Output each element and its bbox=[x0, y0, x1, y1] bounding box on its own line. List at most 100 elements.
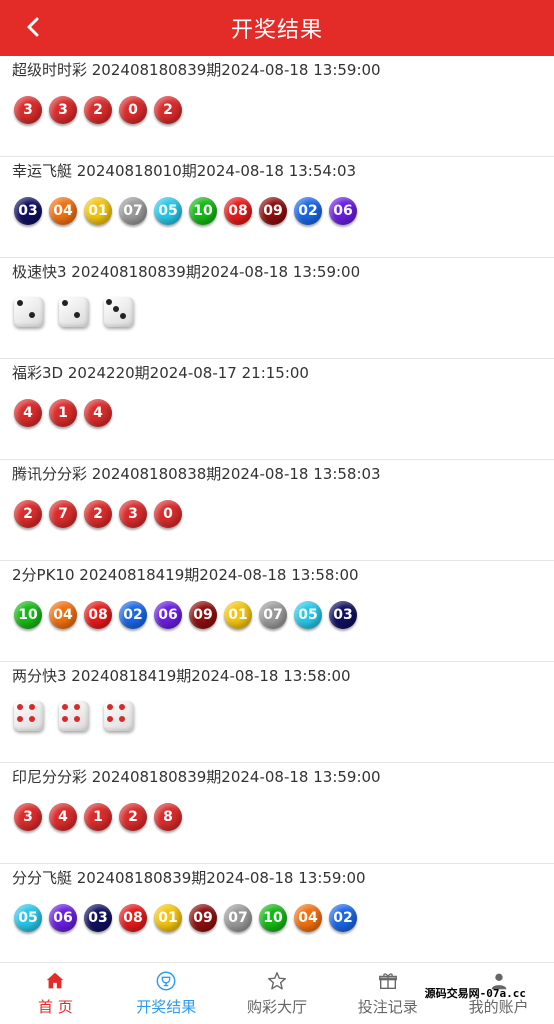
result-meta: 超级时时彩 202408180839期2024-08-18 13:59:00 bbox=[12, 61, 381, 79]
result-row[interactable]: 超级时时彩 202408180839期2024-08-18 13:59:00 3 3… bbox=[0, 56, 554, 157]
tab-lobby[interactable]: 购彩大厅 bbox=[222, 963, 333, 1024]
number-ball: 03 bbox=[329, 601, 357, 629]
tab-lobby-label: 购彩大厅 bbox=[246, 998, 307, 1016]
dice-face bbox=[14, 701, 44, 731]
number-ball: 04 bbox=[49, 197, 77, 225]
number-ball: 4 bbox=[14, 399, 42, 427]
number-ball: 04 bbox=[294, 904, 322, 932]
draw-numbers: 34128 bbox=[12, 787, 542, 847]
dice-pip bbox=[17, 704, 23, 710]
result-meta: 极速快3 202408180839期2024-08-18 13:59:00 bbox=[12, 263, 361, 281]
number-ball: 06 bbox=[49, 904, 77, 932]
header-bar: 开奖结果 bbox=[0, 0, 554, 56]
dice-pip bbox=[113, 306, 119, 312]
dice-pip bbox=[62, 716, 68, 722]
dice-face bbox=[59, 701, 89, 731]
number-ball: 08 bbox=[224, 197, 252, 225]
number-ball: 02 bbox=[294, 197, 322, 225]
number-ball: 2 bbox=[14, 500, 42, 528]
result-meta: 2分PK10 20240818419期2024-08-18 13:58:00 bbox=[12, 566, 359, 584]
number-ball: 8 bbox=[154, 803, 182, 831]
number-ball: 3 bbox=[14, 803, 42, 831]
result-row[interactable]: 印尼分分彩 202408180839期2024-08-18 13:59:00 3 4… bbox=[0, 763, 554, 864]
number-ball: 01 bbox=[224, 601, 252, 629]
result-row[interactable]: 分分飞艇 202408180839期2024-08-18 13:59:00 05 0… bbox=[0, 864, 554, 965]
dice-pip bbox=[74, 704, 80, 710]
results-list: 超级时时彩 202408180839期2024-08-18 13:59:00 3 3… bbox=[0, 56, 554, 965]
number-ball: 7 bbox=[49, 500, 77, 528]
result-row[interactable]: 福彩3D 2024220期2024-08-17 21:15:00 4 1 4 bbox=[0, 359, 554, 460]
number-ball: 2 bbox=[84, 96, 112, 124]
chevron-left-icon bbox=[27, 17, 39, 37]
dice-pip bbox=[107, 716, 113, 722]
page-title: 开奖结果 bbox=[230, 18, 323, 43]
dice-pip bbox=[74, 716, 80, 722]
number-ball: 06 bbox=[154, 601, 182, 629]
home-icon bbox=[47, 972, 64, 989]
dice-pip bbox=[17, 300, 23, 306]
result-row[interactable]: 腾讯分分彩 202408180838期2024-08-18 13:58:03 2 7… bbox=[0, 460, 554, 561]
dice-pip bbox=[74, 312, 80, 318]
number-ball: 10 bbox=[189, 197, 217, 225]
result-meta: 分分飞艇 202408180839期2024-08-18 13:59:00 bbox=[12, 869, 366, 887]
tab-home[interactable]: 首 页 bbox=[0, 963, 111, 1024]
number-ball: 07 bbox=[259, 601, 287, 629]
result-row[interactable]: 两分快3 20240818419期2024-08-18 13:58:00 bbox=[0, 662, 554, 763]
gift-icon bbox=[378, 973, 397, 990]
number-ball: 2 bbox=[84, 500, 112, 528]
number-ball: 03 bbox=[84, 904, 112, 932]
number-ball: 0 bbox=[154, 500, 182, 528]
dice-pip bbox=[119, 704, 125, 710]
dice-face bbox=[104, 297, 134, 327]
result-row[interactable]: 幸运飞艇 20240818010期2024-08-18 13:54:03 03 04… bbox=[0, 157, 554, 258]
number-ball: 07 bbox=[224, 904, 252, 932]
number-ball: 07 bbox=[119, 197, 147, 225]
tab-home-label: 首 页 bbox=[38, 998, 73, 1016]
back-button[interactable] bbox=[18, 12, 48, 42]
number-ball: 05 bbox=[14, 904, 42, 932]
dice-face bbox=[104, 701, 134, 731]
result-row[interactable]: 2分PK10 20240818419期2024-08-18 13:58:00 10… bbox=[0, 561, 554, 662]
dice-pip bbox=[62, 704, 68, 710]
number-ball: 09 bbox=[259, 197, 287, 225]
star-icon bbox=[268, 972, 286, 990]
number-ball: 10 bbox=[14, 601, 42, 629]
result-meta: 腾讯分分彩 202408180838期2024-08-18 13:58:03 bbox=[12, 465, 381, 483]
number-ball: 1 bbox=[84, 803, 112, 831]
draw-numbers: 27230 bbox=[12, 484, 542, 544]
result-meta: 印尼分分彩 202408180839期2024-08-18 13:59:00 bbox=[12, 768, 381, 786]
number-ball: 3 bbox=[119, 500, 147, 528]
draw-numbers: 03 04 01 07 05 10 08 09 02 06 bbox=[12, 181, 542, 241]
number-ball: 4 bbox=[84, 399, 112, 427]
draw-numbers: 10 04 08 02 06 09 01 07 05 03 bbox=[12, 585, 542, 645]
number-ball: 4 bbox=[49, 803, 77, 831]
number-ball: 09 bbox=[189, 904, 217, 932]
dice-pip bbox=[29, 704, 35, 710]
number-ball: 09 bbox=[189, 601, 217, 629]
number-ball: 04 bbox=[49, 601, 77, 629]
dice-face bbox=[14, 297, 44, 327]
number-ball: 3 bbox=[49, 96, 77, 124]
number-ball: 2 bbox=[154, 96, 182, 124]
draw-numbers: 33202 bbox=[12, 80, 542, 140]
number-ball: 08 bbox=[84, 601, 112, 629]
number-ball: 10 bbox=[259, 904, 287, 932]
dice-face bbox=[59, 297, 89, 327]
number-ball: 0 bbox=[119, 96, 147, 124]
dice-pip bbox=[106, 299, 112, 305]
draw-numbers bbox=[12, 282, 542, 342]
dice-pip bbox=[119, 716, 125, 722]
dice-pip bbox=[29, 716, 35, 722]
number-ball: 02 bbox=[119, 601, 147, 629]
dice-pip bbox=[17, 716, 23, 722]
tab-records-label: 投注记录 bbox=[357, 998, 418, 1016]
number-ball: 3 bbox=[14, 96, 42, 124]
dice-pip bbox=[29, 312, 35, 318]
number-ball: 06 bbox=[329, 197, 357, 225]
number-ball: 01 bbox=[84, 197, 112, 225]
number-ball: 05 bbox=[154, 197, 182, 225]
tab-results-label: 开奖结果 bbox=[136, 998, 197, 1016]
result-row[interactable]: 极速快3 202408180839期2024-08-18 13:59:00 bbox=[0, 258, 554, 359]
result-meta: 两分快3 20240818419期2024-08-18 13:58:00 bbox=[12, 667, 351, 685]
tab-results[interactable]: 开奖结果 bbox=[111, 963, 222, 1024]
